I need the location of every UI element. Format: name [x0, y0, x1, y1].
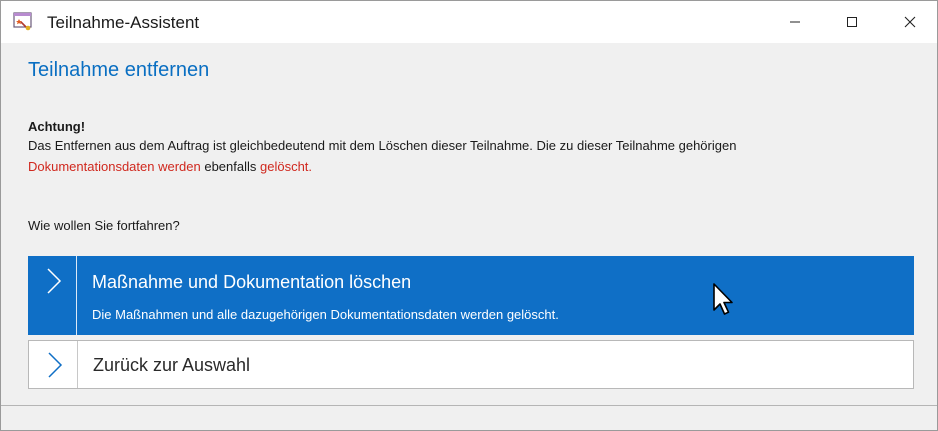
close-icon: [904, 16, 916, 28]
warning-title: Achtung!: [28, 119, 86, 134]
warning-text-line1: Das Entfernen aus dem Auftrag ist gleich…: [28, 138, 737, 153]
warning-red-text-deleted: gelöscht.: [260, 159, 313, 174]
maximize-icon: [847, 17, 857, 27]
warning-text-line2: Dokumentationsdaten werden ebenfalls gel…: [28, 159, 312, 174]
warning-plain-text: ebenfalls: [200, 159, 260, 174]
maximize-button[interactable]: [829, 1, 875, 43]
option-divider: [76, 256, 77, 335]
option-delete-measure-and-documentation[interactable]: Maßnahme und Dokumentation löschen Die M…: [28, 256, 914, 335]
title-bar[interactable]: Teilnahme-Assistent: [1, 1, 937, 43]
chevron-right-icon: [40, 266, 66, 296]
page-title: Teilnahme entfernen: [28, 59, 210, 81]
minimize-icon: [790, 21, 800, 23]
option-title: Zurück zur Auswahl: [93, 355, 251, 375]
close-button[interactable]: [887, 1, 933, 43]
chevron-right-icon: [41, 350, 67, 380]
wizard-content: Teilnahme entfernen Achtung! Das Entfern…: [1, 43, 937, 405]
wizard-window: Teilnahme-Assistent Teilnahme entfernen …: [0, 0, 938, 431]
window-title: Teilnahme-Assistent: [47, 13, 200, 32]
option-description: Die Maßnahmen und alle dazugehörigen Dok…: [92, 307, 559, 322]
option-title: Maßnahme und Dokumentation löschen: [92, 272, 412, 292]
minimize-button[interactable]: [772, 1, 818, 43]
warning-red-text: Dokumentationsdaten werden: [28, 159, 201, 174]
question-text: Wie wollen Sie fortfahren?: [28, 218, 180, 233]
option-back-to-selection[interactable]: Zurück zur Auswahl: [28, 340, 914, 389]
option-divider: [77, 341, 78, 388]
footer-bar: [1, 406, 937, 430]
wizard-app-icon: [13, 12, 35, 32]
